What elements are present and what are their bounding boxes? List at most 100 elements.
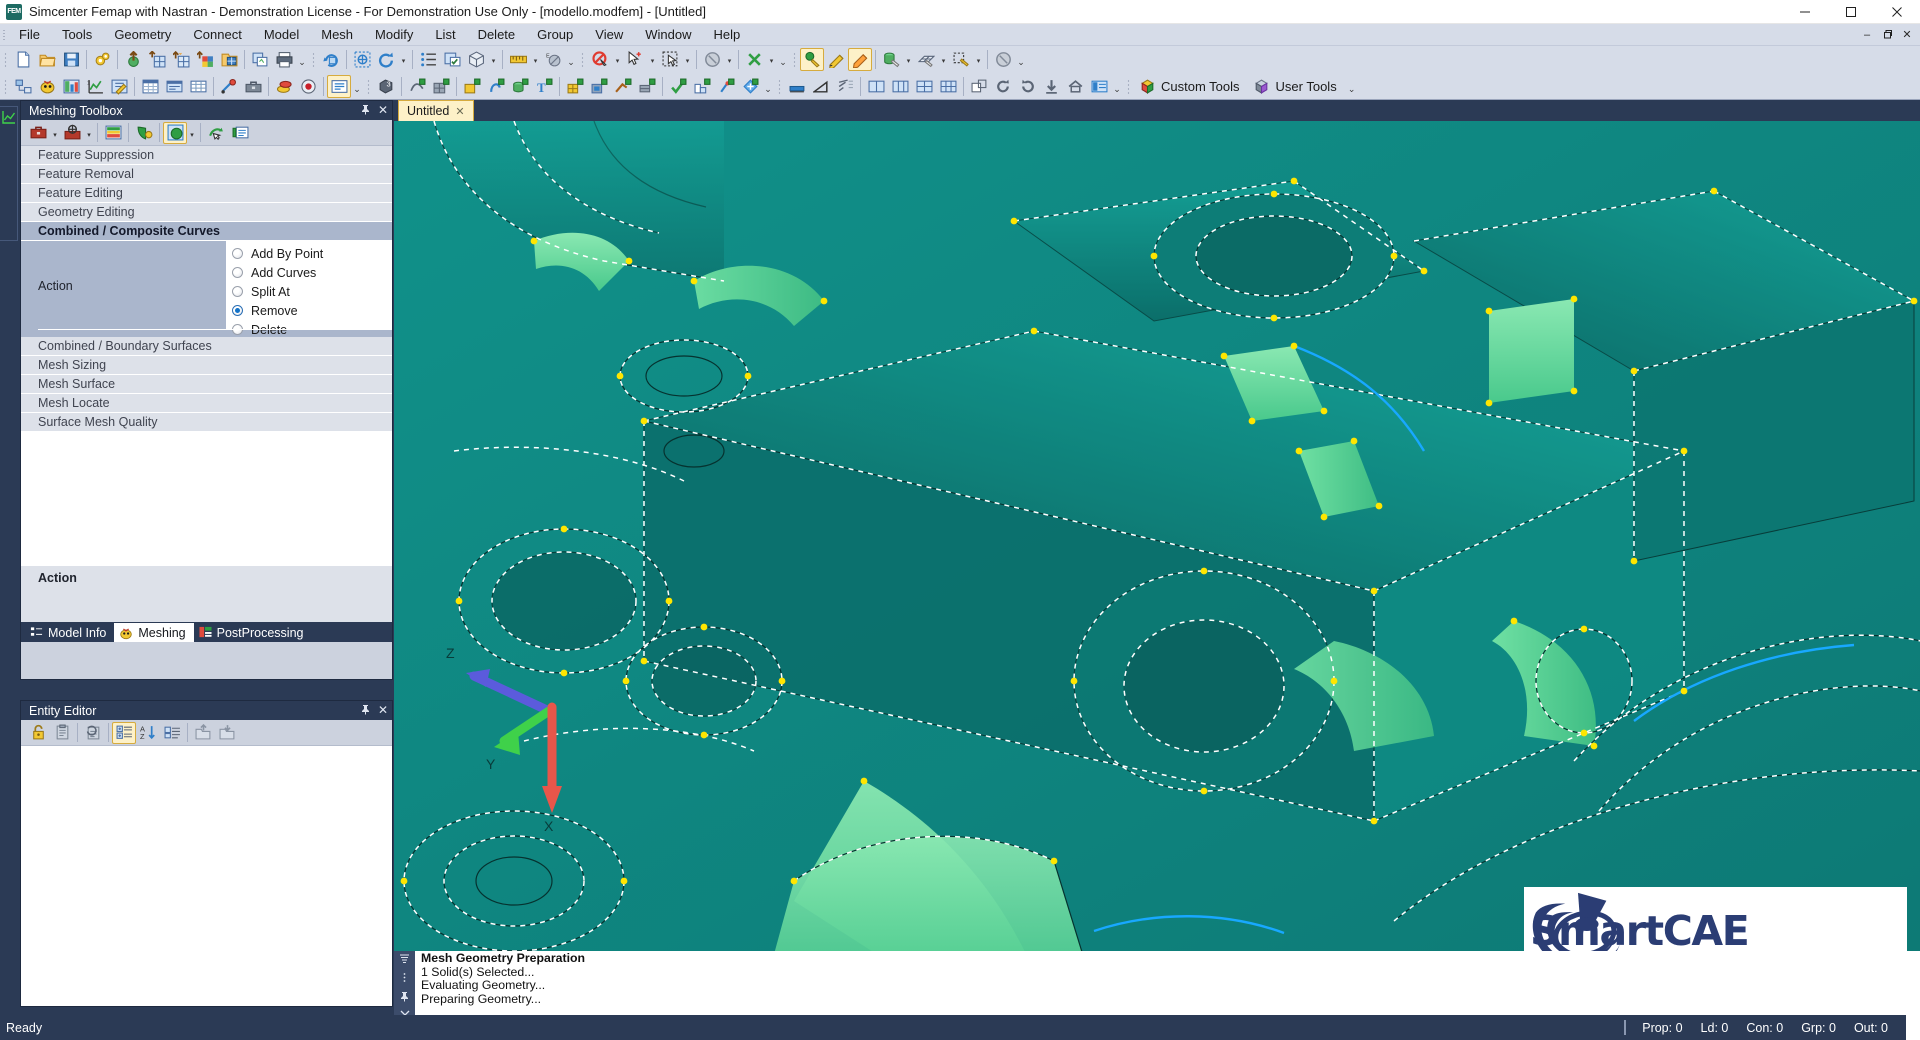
new-file-icon[interactable] <box>11 48 35 71</box>
rotate-right-icon[interactable] <box>1015 75 1039 98</box>
load-properties-icon[interactable] <box>191 722 215 744</box>
mdi-close-button[interactable]: ✕ <box>1898 26 1916 44</box>
zoom-window-icon[interactable] <box>350 48 374 71</box>
mesh-tool-a-icon[interactable] <box>563 75 587 98</box>
chevron-down-icon[interactable]: ▾ <box>488 48 499 71</box>
refresh-list-icon[interactable] <box>81 722 105 744</box>
layout-four-panes-icon[interactable] <box>912 75 936 98</box>
document-tab-untitled[interactable]: Untitled ✕ <box>398 100 474 121</box>
deselect-icon[interactable] <box>588 48 612 71</box>
menu-grip[interactable] <box>0 24 8 46</box>
rotate-left-icon[interactable] <box>991 75 1015 98</box>
mesh-tool-b-icon[interactable] <box>587 75 611 98</box>
rotate-view-icon[interactable] <box>319 48 343 71</box>
toolbar-overflow-button[interactable]: ⌄ <box>1111 75 1123 98</box>
open-file-icon[interactable] <box>35 48 59 71</box>
model-viewport[interactable]: Z Y X SmartCAE SIMULATE MORE, INNOVATE F… <box>394 121 1920 1015</box>
resize-grip[interactable] <box>1906 1015 1920 1040</box>
tree-item-geometry-editing[interactable]: Geometry Editing <box>21 203 392 222</box>
chevron-down-icon[interactable]: ▾ <box>647 48 658 71</box>
mesh-tool-d-icon[interactable] <box>635 75 659 98</box>
tree-item-surface-mesh-quality[interactable]: Surface Mesh Quality <box>21 413 392 432</box>
toolbar-overflow-button[interactable]: ⌄ <box>762 75 774 98</box>
user-tools-button[interactable]: User Tools <box>1249 75 1346 98</box>
menu-tools[interactable]: Tools <box>51 24 103 46</box>
delete-selection-icon[interactable] <box>742 48 766 71</box>
export-model-icon[interactable] <box>169 48 193 71</box>
preferences-gear-icon[interactable] <box>90 48 114 71</box>
toolbar-grip[interactable] <box>775 76 784 97</box>
close-icon[interactable]: ✕ <box>378 704 388 717</box>
close-icon[interactable]: ✕ <box>378 104 388 117</box>
tab-meshing[interactable]: Meshing <box>114 623 194 642</box>
spreadsheet-pane-icon[interactable] <box>186 75 210 98</box>
maximize-button[interactable] <box>1828 0 1874 24</box>
toolbox-target-icon[interactable] <box>60 122 84 144</box>
menu-mesh[interactable]: Mesh <box>310 24 364 46</box>
menu-view[interactable]: View <box>584 24 634 46</box>
pin-icon[interactable] <box>399 991 410 1005</box>
save-file-icon[interactable] <box>59 48 83 71</box>
print-icon[interactable] <box>272 48 296 71</box>
view-front-icon[interactable] <box>785 75 809 98</box>
toolbox-options-icon[interactable] <box>26 122 50 144</box>
import-geometry-icon[interactable] <box>121 48 145 71</box>
toolbar-overflow-button[interactable]: ⌄ <box>777 48 789 71</box>
view-copy-icon[interactable] <box>967 75 991 98</box>
lock-icon[interactable] <box>26 722 50 744</box>
tree-item-feature-suppression[interactable]: Feature Suppression <box>21 146 392 165</box>
layout-grid-panes-icon[interactable] <box>936 75 960 98</box>
toolbar-overflow-button[interactable]: ⌄ <box>1346 75 1358 98</box>
minimize-button[interactable] <box>1782 0 1828 24</box>
view-list-icon[interactable] <box>416 48 440 71</box>
message-window-body[interactable]: Mesh Geometry Preparation 1 Solid(s) Sel… <box>415 951 1920 1015</box>
pan-up-icon[interactable] <box>1039 75 1063 98</box>
chevron-down-icon[interactable]: ▾ <box>682 48 693 71</box>
list-icon[interactable] <box>399 953 410 967</box>
mesh-tool-f-icon[interactable] <box>714 75 738 98</box>
tree-item-combined-boundary-surfaces[interactable]: Combined / Boundary Surfaces <box>21 337 392 356</box>
entity-editor-pane-icon[interactable] <box>107 75 131 98</box>
toolbar-grip[interactable] <box>578 49 587 70</box>
pin-icon[interactable] <box>360 704 371 717</box>
create-solid-icon[interactable] <box>508 75 532 98</box>
view-legend-icon[interactable] <box>1087 75 1111 98</box>
chevron-down-icon[interactable]: ▾ <box>187 122 197 144</box>
layout-three-panes-icon[interactable] <box>888 75 912 98</box>
box-select-icon[interactable] <box>658 48 682 71</box>
message-window-icon[interactable] <box>327 75 351 98</box>
menu-list[interactable]: List <box>424 24 466 46</box>
categorized-view-icon[interactable] <box>112 721 136 744</box>
tree-item-feature-removal[interactable]: Feature Removal <box>21 165 392 184</box>
measure-ruler-icon[interactable] <box>506 48 530 71</box>
menu-dots-icon[interactable] <box>402 972 407 986</box>
sort-alpha-icon[interactable]: AZ <box>136 722 160 744</box>
toolbar-grip[interactable] <box>364 76 373 97</box>
paste-list-icon[interactable] <box>50 722 74 744</box>
expand-properties-icon[interactable] <box>160 722 184 744</box>
chevron-down-icon[interactable]: ▾ <box>938 48 949 71</box>
tree-item-mesh-surface[interactable]: Mesh Surface <box>21 375 392 394</box>
close-icon[interactable]: ✕ <box>455 105 464 118</box>
clear-picks-icon[interactable] <box>991 48 1015 71</box>
data-table-pane-icon[interactable] <box>138 75 162 98</box>
api-pane-icon[interactable] <box>162 75 186 98</box>
menu-file[interactable]: File <box>8 24 51 46</box>
menu-geometry[interactable]: Geometry <box>103 24 182 46</box>
pick-solid-icon[interactable] <box>879 48 903 71</box>
radio-option-split-at[interactable]: Split At <box>226 282 392 301</box>
chevron-down-icon[interactable]: ▾ <box>903 48 914 71</box>
radio-option-add-by-point[interactable]: Add By Point <box>226 244 392 263</box>
chevron-down-icon[interactable]: ▾ <box>973 48 984 71</box>
sidebar-vertical-tab-charting[interactable]: Charting <box>0 106 18 241</box>
color-palette-icon[interactable] <box>101 122 125 144</box>
chevron-down-icon[interactable]: ▾ <box>50 122 60 144</box>
toolbar-overflow-button[interactable]: ⌄ <box>296 48 308 71</box>
tree-item-combined-composite-curves[interactable]: Combined / Composite Curves <box>21 222 392 241</box>
mesh-preview-icon[interactable] <box>132 122 156 144</box>
tab-model-info[interactable]: Model Info <box>25 623 114 642</box>
view-rotated-icon[interactable] <box>833 75 857 98</box>
layers-icon[interactable] <box>272 75 296 98</box>
view-options-icon[interactable] <box>440 48 464 71</box>
export-results-icon[interactable] <box>193 48 217 71</box>
